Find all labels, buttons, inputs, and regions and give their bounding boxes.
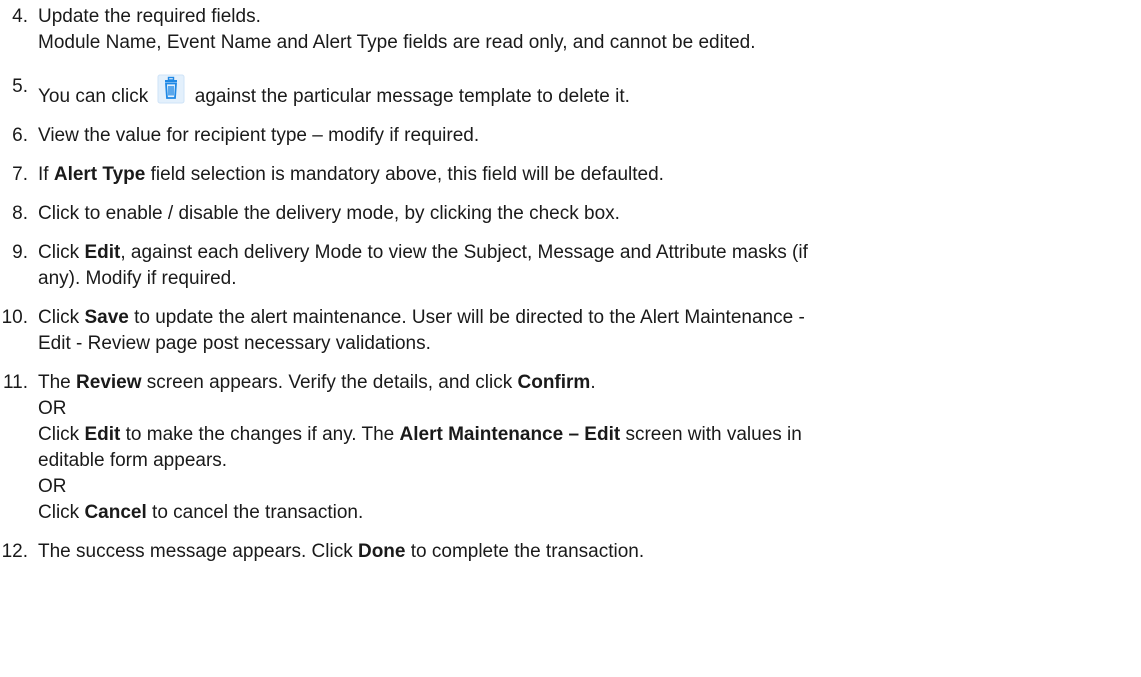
- step-text: Click: [38, 307, 85, 328]
- step-text: Update the required fields.: [38, 6, 261, 27]
- step-number: 12.: [1, 541, 28, 562]
- step-number: 7.: [12, 164, 28, 185]
- step-9: 9. Click Edit, against each delivery Mod…: [0, 240, 1131, 292]
- document-body: 4. Update the required fields. Module Na…: [0, 0, 1141, 565]
- step-text: Click: [38, 242, 85, 263]
- step-text: to update the alert maintenance. User wi…: [128, 307, 805, 328]
- step-6: 6. View the value for recipient type – m…: [0, 123, 1131, 149]
- button-name-bold: Save: [84, 307, 129, 328]
- button-name-bold: Done: [357, 541, 406, 562]
- button-name-bold: Edit: [84, 424, 121, 445]
- step-8: 8. Click to enable / disable the deliver…: [0, 201, 1131, 227]
- step-text: Click to enable / disable the delivery m…: [38, 203, 620, 224]
- field-name-bold: Alert Type: [53, 164, 146, 185]
- step-text: to cancel the transaction.: [146, 502, 364, 523]
- step-text: editable form appears.: [38, 450, 228, 471]
- step-text: Module Name, Event Name and Alert Type f…: [38, 32, 756, 53]
- step-text: You can click: [38, 86, 149, 107]
- step-7: 7. If Alert Type field selection is mand…: [0, 162, 1131, 188]
- step-text: The: [38, 372, 77, 393]
- step-4: 4. Update the required fields. Module Na…: [0, 4, 1131, 56]
- button-name-bold: Confirm: [517, 372, 591, 393]
- step-text: screen with values in: [620, 424, 802, 445]
- step-text: any). Modify if required.: [38, 268, 237, 289]
- step-number: 10.: [1, 307, 28, 328]
- button-name-bold: Edit: [84, 242, 121, 263]
- trash-icon: [157, 74, 185, 104]
- step-text: , against each delivery Mode to view the…: [120, 242, 808, 263]
- or-text: OR: [38, 476, 67, 497]
- step-text: View the value for recipient type – modi…: [38, 125, 480, 146]
- step-12: 12. The success message appears. Click D…: [0, 539, 1131, 565]
- step-text: screen appears. Verify the details, and …: [141, 372, 518, 393]
- step-text: .: [590, 372, 596, 393]
- step-number: 5.: [12, 76, 28, 97]
- step-number: 11.: [2, 372, 28, 393]
- step-10: 10. Click Save to update the alert maint…: [0, 305, 1131, 357]
- step-5: 5. You can click against the particular …: [0, 74, 1131, 110]
- step-text: field selection is mandatory above, this…: [145, 164, 664, 185]
- step-text: Edit - Review page post necessary valida…: [38, 333, 431, 354]
- step-number: 6.: [12, 125, 28, 146]
- step-text: to complete the transaction.: [405, 541, 645, 562]
- screen-name-bold: Alert Maintenance – Edit: [399, 424, 621, 445]
- step-text: The success message appears. Click: [38, 541, 358, 562]
- or-text: OR: [38, 398, 67, 419]
- step-number: 9.: [12, 242, 28, 263]
- step-text: to make the changes if any. The: [120, 424, 400, 445]
- step-number: 4.: [12, 6, 28, 27]
- step-number: 8.: [12, 203, 28, 224]
- button-name-bold: Cancel: [84, 502, 147, 523]
- step-text: against the particular message template …: [194, 86, 630, 107]
- step-text: Click: [38, 424, 85, 445]
- step-11: 11. The Review screen appears. Verify th…: [0, 370, 1131, 526]
- screen-name-bold: Review: [76, 372, 142, 393]
- step-text: If: [38, 164, 54, 185]
- step-text: Click: [38, 502, 85, 523]
